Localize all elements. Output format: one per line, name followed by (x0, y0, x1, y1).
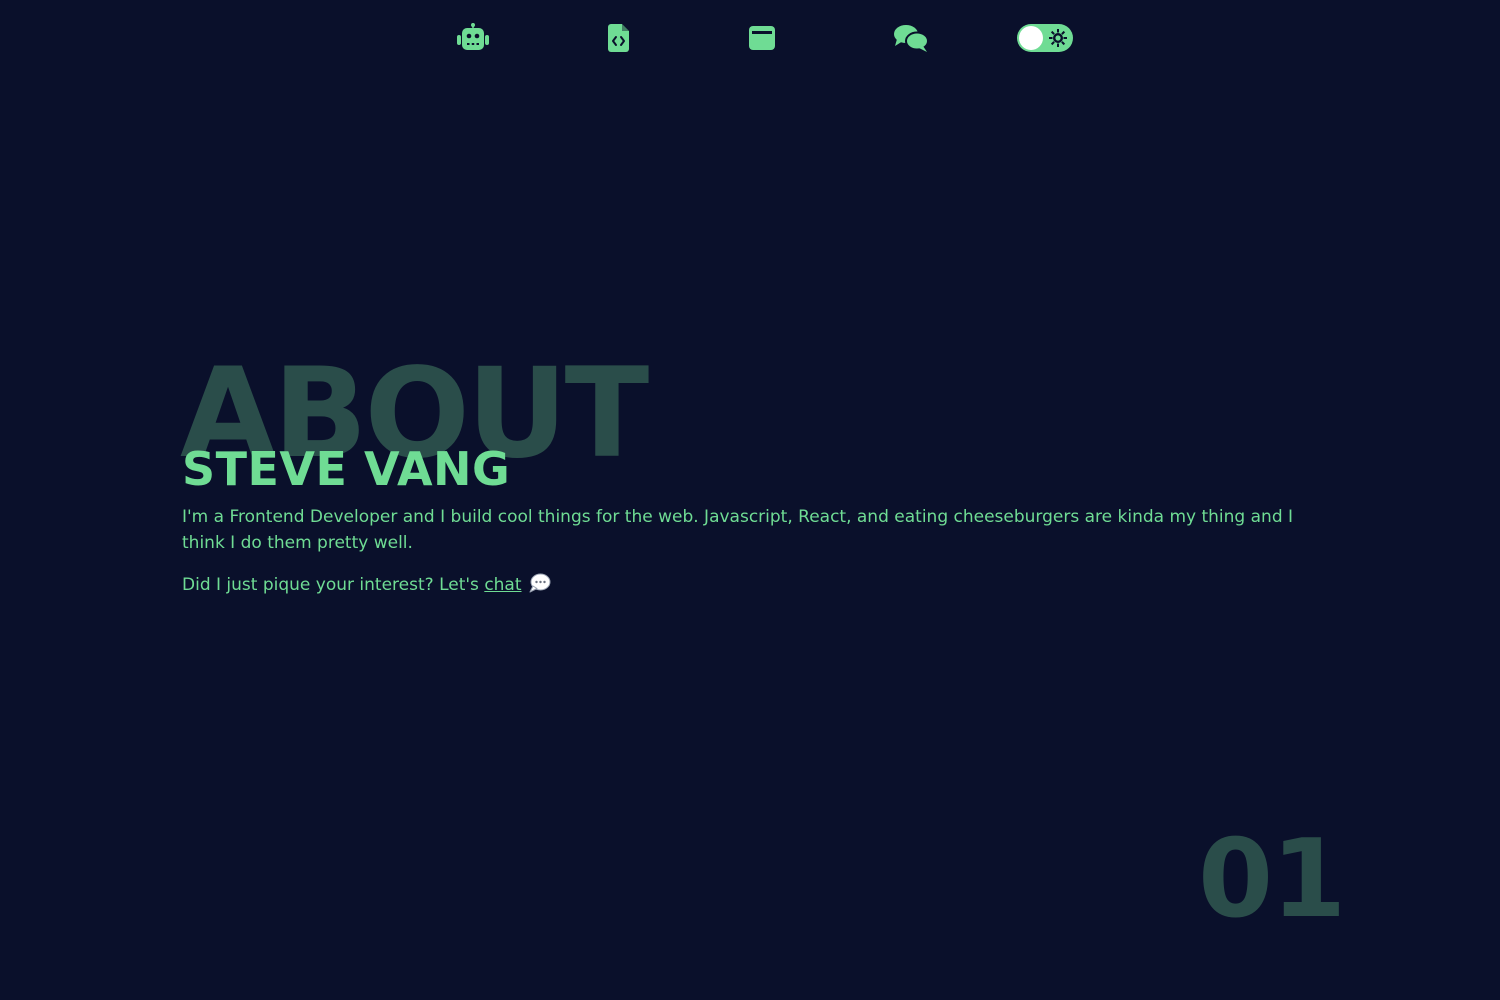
window-icon[interactable] (744, 22, 780, 54)
toggle-knob (1019, 26, 1043, 50)
code-file-icon[interactable] (601, 22, 637, 54)
robot-icon[interactable] (455, 22, 491, 54)
chat-icon-graphic (894, 25, 929, 52)
speech-bubble-icon (529, 573, 551, 593)
window-icon-graphic (749, 26, 775, 50)
chat-link[interactable]: chat (484, 575, 521, 595)
cta-text: Did I just pique your interest? Let's (182, 575, 485, 595)
top-navigation (0, 0, 1500, 76)
code-file-icon-graphic (608, 24, 629, 52)
cta-paragraph: Did I just pique your interest? Let's ch… (182, 572, 551, 598)
robot-icon-graphic (457, 23, 489, 50)
name-heading: STEVE VANG (182, 442, 511, 496)
section-number: 01 (1198, 817, 1346, 942)
sun-icon (1049, 29, 1067, 47)
theme-toggle[interactable] (1017, 24, 1073, 52)
chat-icon[interactable] (893, 22, 929, 54)
bio-paragraph: I'm a Frontend Developer and I build coo… (182, 507, 1294, 553)
